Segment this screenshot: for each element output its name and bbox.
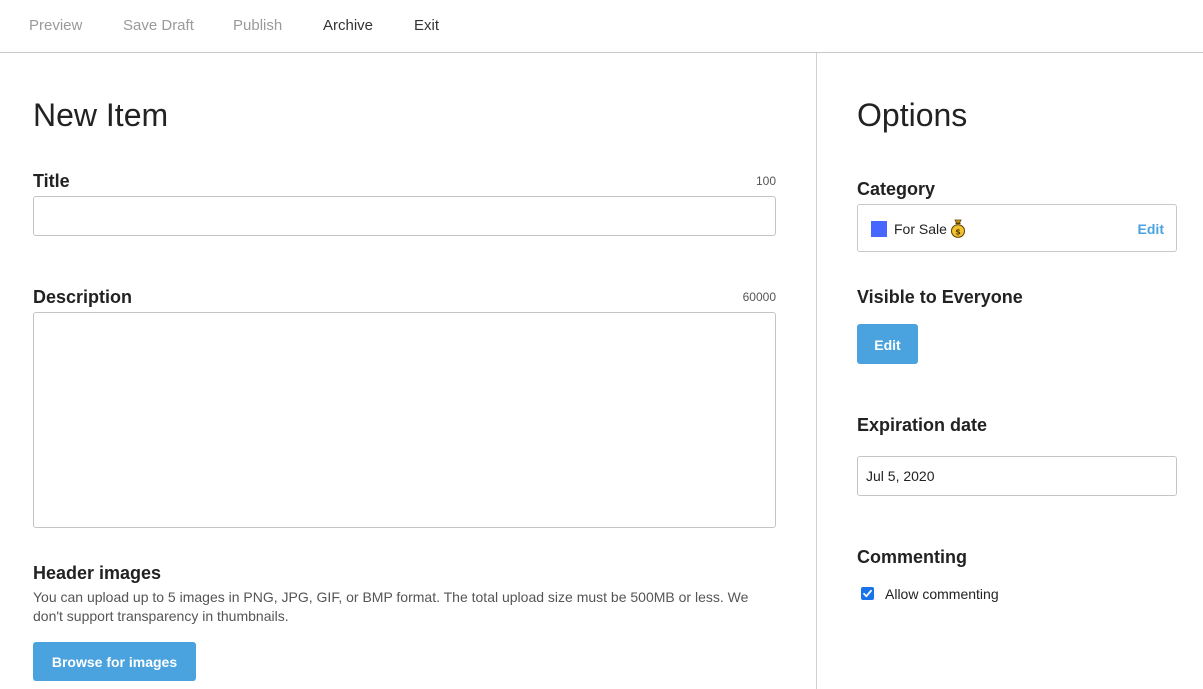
description-label: Description <box>33 287 133 307</box>
category-label: Category <box>857 179 936 199</box>
money-bag-icon: $ <box>950 219 966 238</box>
description-char-limit: 60000 <box>742 290 776 304</box>
top-toolbar: Preview Save Draft Publish Archive Exit <box>0 0 1203 53</box>
allow-commenting-checkbox[interactable] <box>861 587 874 600</box>
expiration-date-input[interactable] <box>857 456 1177 496</box>
visibility-label: Visible to Everyone <box>857 287 1023 307</box>
title-char-limit: 100 <box>755 174 776 188</box>
preview-button[interactable]: Preview <box>29 16 82 36</box>
visibility-edit-button[interactable]: Edit <box>857 324 918 364</box>
checkmark-icon <box>863 589 872 598</box>
category-name: For Sale <box>894 221 947 237</box>
expiration-label: Expiration date <box>857 415 988 435</box>
column-divider <box>816 53 817 689</box>
archive-button[interactable]: Archive <box>323 16 373 36</box>
page-title: New Item <box>33 97 169 133</box>
allow-commenting-label[interactable]: Allow commenting <box>885 584 999 604</box>
svg-text:$: $ <box>955 228 961 237</box>
title-input[interactable] <box>33 196 776 236</box>
options-title: Options <box>857 97 968 133</box>
publish-button[interactable]: Publish <box>233 16 282 36</box>
category-color-swatch <box>871 221 887 237</box>
title-label: Title <box>33 171 70 191</box>
browse-images-button[interactable]: Browse for images <box>33 642 196 681</box>
category-edit-link[interactable]: Edit <box>1138 219 1164 239</box>
save-draft-button[interactable]: Save Draft <box>123 16 194 36</box>
header-images-help: You can upload up to 5 images in PNG, JP… <box>33 589 749 624</box>
commenting-label: Commenting <box>857 547 967 567</box>
category-selector: For Sale $ Edit <box>857 204 1177 252</box>
description-textarea[interactable] <box>33 312 776 528</box>
header-images-label: Header images <box>33 563 162 583</box>
exit-button[interactable]: Exit <box>414 16 439 36</box>
